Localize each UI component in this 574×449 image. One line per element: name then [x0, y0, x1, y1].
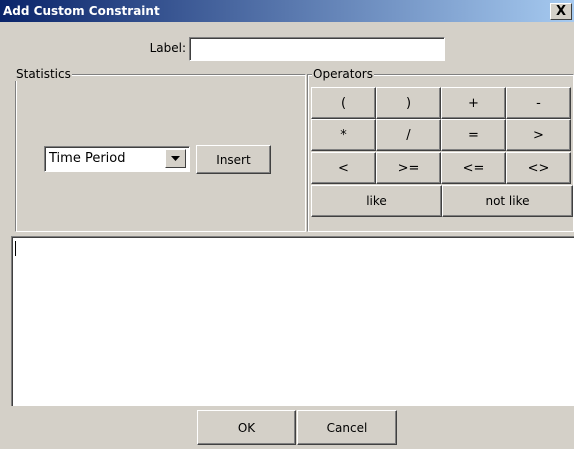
statistics-select[interactable]: Time Period — [44, 146, 190, 172]
operator-not-like-button[interactable]: not like — [442, 185, 573, 217]
operator-label: <> — [527, 160, 550, 176]
window-title: Add Custom Constraint — [3, 4, 160, 18]
operator-divide-button[interactable]: / — [376, 119, 441, 151]
operator-greater-than-button[interactable]: > — [506, 119, 571, 151]
operator-less-than-button[interactable]: < — [311, 152, 376, 184]
label-field-label: Label: — [149, 41, 186, 55]
operator-label: > — [533, 127, 544, 143]
operator-not-equal-button[interactable]: <> — [506, 152, 571, 184]
dropdown-button[interactable] — [165, 149, 186, 168]
insert-button-label: Insert — [216, 152, 251, 167]
ok-button-label: OK — [237, 420, 256, 435]
operator-label: / — [406, 127, 411, 143]
operator-label: < — [338, 160, 349, 176]
operator-label: ( — [340, 95, 347, 111]
operator-label: = — [468, 127, 479, 143]
operators-legend: Operators — [312, 67, 374, 81]
chevron-down-icon — [171, 156, 180, 161]
operator-multiply-button[interactable]: * — [311, 119, 376, 151]
title-bar: Add Custom Constraint X — [0, 0, 574, 22]
close-icon: X — [555, 4, 567, 19]
close-button[interactable]: X — [550, 3, 572, 20]
statistics-select-value: Time Period — [49, 151, 126, 166]
operator-label: not like — [485, 194, 530, 208]
operator-less-equal-button[interactable]: <= — [441, 152, 506, 184]
operator-label: <= — [462, 160, 485, 176]
operator-equals-button[interactable]: = — [441, 119, 506, 151]
operator-label: like — [366, 194, 387, 208]
operator-minus-button[interactable]: - — [506, 87, 571, 119]
add-custom-constraint-dialog: Add Custom Constraint X Label: Statistic… — [0, 0, 574, 449]
text-caret — [15, 241, 16, 256]
operator-like-button[interactable]: like — [311, 185, 442, 217]
operator-greater-equal-button[interactable]: >= — [376, 152, 441, 184]
cancel-button-label: Cancel — [326, 420, 368, 435]
ok-button[interactable]: OK — [197, 410, 296, 445]
expression-textarea[interactable] — [11, 236, 574, 406]
operator-label: - — [536, 95, 541, 111]
label-input[interactable] — [189, 37, 445, 61]
operator-plus-button[interactable]: + — [441, 87, 506, 119]
cancel-button[interactable]: Cancel — [297, 410, 397, 445]
operator-label: >= — [397, 160, 420, 176]
statistics-legend: Statistics — [15, 67, 72, 81]
operator-label: ) — [405, 95, 412, 111]
operator-label: * — [340, 127, 347, 143]
insert-button[interactable]: Insert — [196, 145, 271, 174]
operator-open-paren-button[interactable]: ( — [311, 87, 376, 119]
operator-close-paren-button[interactable]: ) — [376, 87, 441, 119]
operator-label: + — [468, 95, 479, 111]
